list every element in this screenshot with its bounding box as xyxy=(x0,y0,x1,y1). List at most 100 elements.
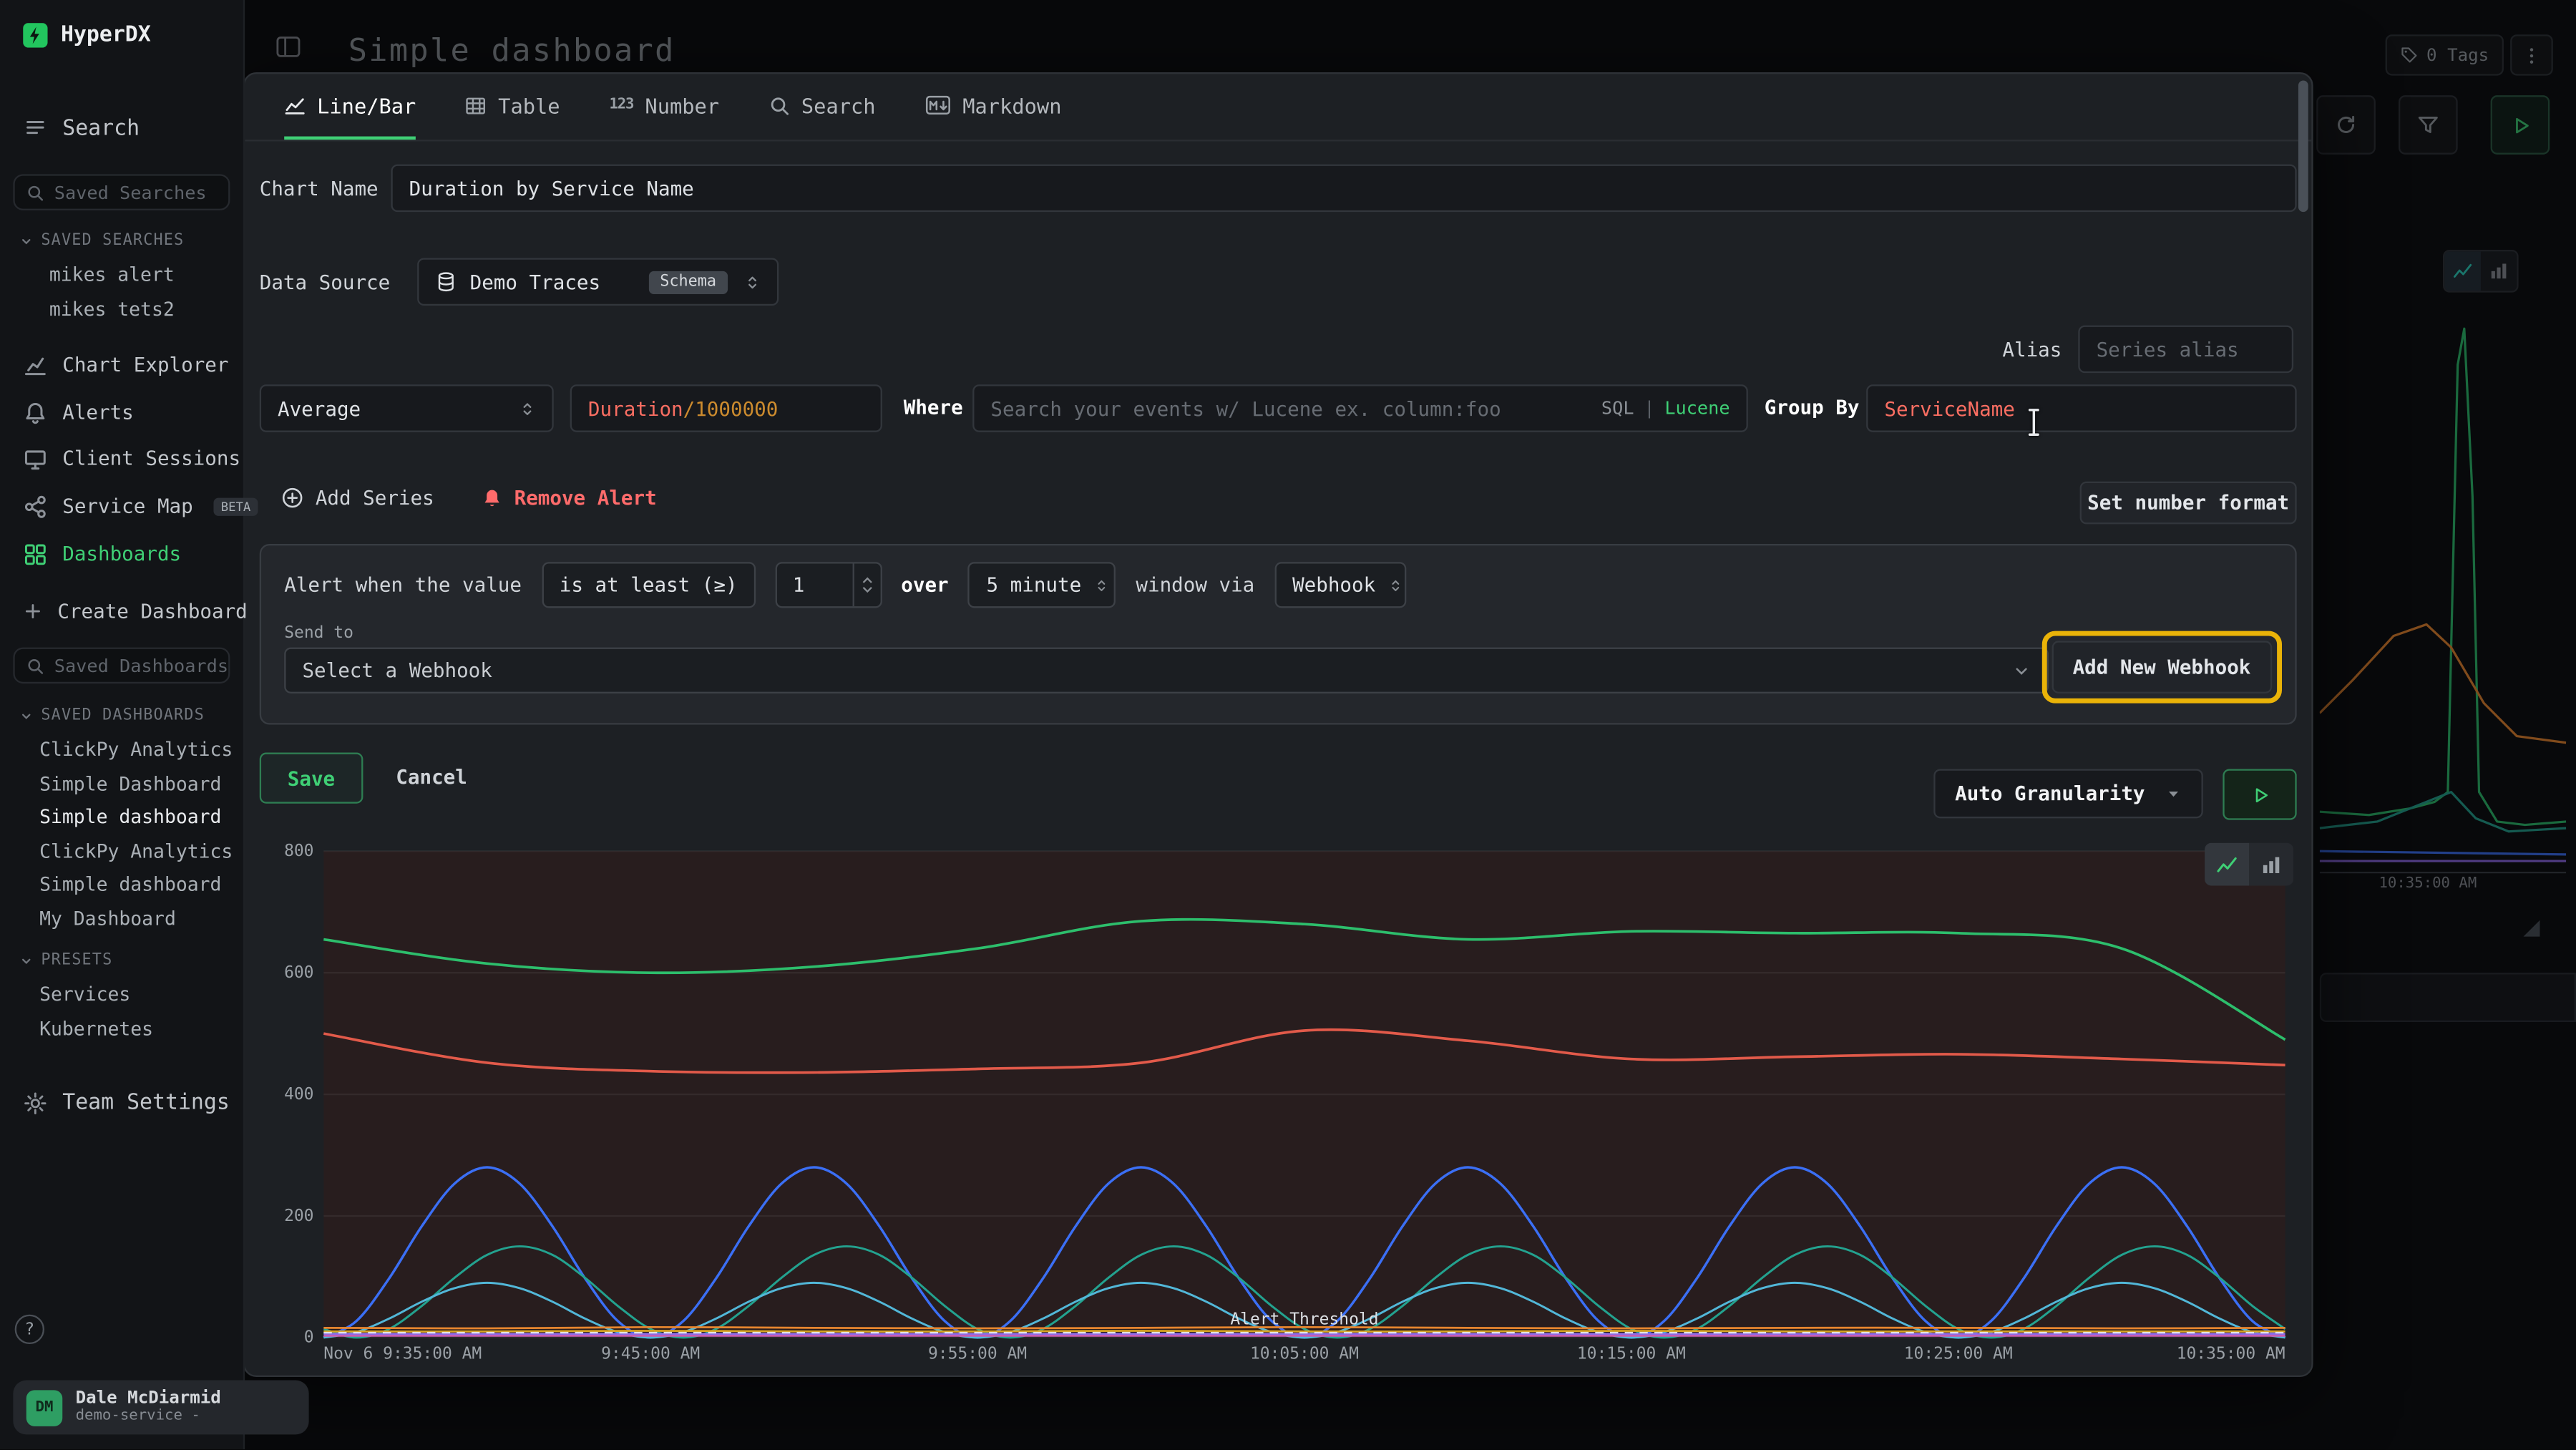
data-source-select[interactable]: Demo Traces Schema xyxy=(417,258,779,306)
sidebar-item-team-settings[interactable]: Team Settings xyxy=(23,1083,230,1122)
alert-window-select[interactable]: 5 minute xyxy=(968,562,1116,608)
chevron-down-icon xyxy=(20,709,33,722)
saved-search-item[interactable]: mikes alert xyxy=(0,258,243,291)
user-subtitle: demo-service - xyxy=(76,1408,221,1426)
help-button[interactable]: ? xyxy=(15,1315,44,1344)
chart-type-tabs: Line/Bar Table 123 Number Search Markdow… xyxy=(245,74,2311,141)
alias-input[interactable] xyxy=(2078,326,2293,374)
send-to-label: Send to xyxy=(284,624,353,642)
sidebar-item-chart-explorer[interactable]: Chart Explorer xyxy=(23,345,228,384)
save-button[interactable]: Save xyxy=(260,753,363,804)
field-expression-input[interactable]: Duration/1000000 xyxy=(570,384,882,432)
alert-condition-select[interactable]: is at least (≥) xyxy=(541,562,754,608)
preset-item[interactable]: Services xyxy=(0,978,243,1011)
presets-list: ServicesKubernetes xyxy=(0,978,243,1046)
search-icon xyxy=(26,656,44,674)
preset-item[interactable]: Kubernetes xyxy=(0,1011,243,1045)
chart-mode-toggle xyxy=(2205,843,2293,886)
sidebar: HyperDX Search Saved Searches SAVED SEAR… xyxy=(0,0,245,1449)
alert-condition-row: Alert when the value is at least (≥) 1 o… xyxy=(284,562,2272,608)
app-root: HyperDX Search Saved Searches SAVED SEAR… xyxy=(0,0,2576,1449)
saved-searches-header[interactable]: SAVED SEARCHES xyxy=(20,232,185,250)
tab-markdown[interactable]: Markdown xyxy=(924,74,1061,140)
sidebar-item-search[interactable]: Search xyxy=(23,109,140,148)
remove-alert-button[interactable]: Remove Alert xyxy=(482,487,657,510)
alert-prefix-label: Alert when the value xyxy=(284,573,522,596)
number-stepper[interactable] xyxy=(852,563,879,606)
brand[interactable]: HyperDX xyxy=(23,23,151,47)
series-buttons-row: Add Series Remove Alert Set number forma… xyxy=(245,482,2315,525)
saved-dashboard-item[interactable]: ClickPy Analytics xyxy=(0,733,243,767)
highlight-ring: Add New Webhook xyxy=(2041,631,2282,704)
saved-dashboard-item[interactable]: Simple dashboard xyxy=(0,868,243,902)
svg-text:0: 0 xyxy=(304,1328,314,1347)
add-new-webhook-button[interactable]: Add New Webhook xyxy=(2051,641,2273,693)
monitor-icon xyxy=(23,446,47,470)
svg-text:Nov 6 9:35:00 AM: Nov 6 9:35:00 AM xyxy=(323,1345,482,1363)
user-menu[interactable]: DM Dale McDiarmid demo-service - xyxy=(13,1381,308,1435)
line-chart-icon xyxy=(284,94,306,116)
tab-line-bar[interactable]: Line/Bar xyxy=(284,74,416,140)
saved-searches-list: mikes alertmikes tets2 xyxy=(0,258,243,326)
alias-label: Alias xyxy=(2002,338,2062,361)
bell-icon xyxy=(23,400,47,424)
sidebar-item-dashboards[interactable]: Dashboards xyxy=(23,534,181,573)
line-mode-button[interactable] xyxy=(2205,843,2249,886)
saved-search-item[interactable]: mikes tets2 xyxy=(0,292,243,326)
sidebar-item-service-map[interactable]: Service Map BETA xyxy=(23,487,257,526)
create-dashboard-button[interactable]: Create Dashboard xyxy=(23,592,248,631)
avatar: DM xyxy=(26,1389,63,1426)
markdown-icon xyxy=(924,95,951,115)
svg-text:600: 600 xyxy=(284,963,313,982)
saved-dashboards-list: ClickPy AnalyticsSimple DashboardSimple … xyxy=(0,733,243,936)
main-area: Simple dashboard 0 Tags 10:35:00 AM xyxy=(243,0,2576,1449)
schema-badge: Schema xyxy=(648,271,728,293)
mouse-cursor xyxy=(2024,407,2044,437)
sidebar-item-alerts[interactable]: Alerts xyxy=(23,393,134,432)
chevron-updown-icon xyxy=(1389,576,1404,594)
data-source-row: Data Source Demo Traces Schema xyxy=(260,258,2297,306)
alert-channel-select[interactable]: Webhook xyxy=(1274,562,1406,608)
aggregation-select[interactable]: Average xyxy=(260,384,554,432)
plus-icon xyxy=(23,601,43,621)
bar-mode-button[interactable] xyxy=(2249,843,2293,886)
chart-name-input[interactable] xyxy=(391,165,2296,213)
chart-name-row: Chart Name xyxy=(260,165,2297,213)
alert-threshold-input[interactable]: 1 xyxy=(775,562,882,608)
chevron-down-icon xyxy=(20,234,33,247)
saved-dashboard-item[interactable]: Simple dashboard xyxy=(0,801,243,835)
beta-badge: BETA xyxy=(215,497,258,515)
add-series-button[interactable]: Add Series xyxy=(281,487,434,510)
svg-text:10:05:00 AM: 10:05:00 AM xyxy=(1250,1345,1359,1363)
saved-dashboard-item[interactable]: My Dashboard xyxy=(0,902,243,935)
where-input[interactable]: Search your events w/ Lucene ex. column:… xyxy=(972,384,1748,432)
group-by-input[interactable]: ServiceName xyxy=(1866,384,2297,432)
tab-number[interactable]: 123 Number xyxy=(609,74,719,140)
saved-searches-input[interactable]: Saved Searches xyxy=(13,174,230,210)
search-icon xyxy=(26,183,44,201)
series-row: Average Duration/1000000 Where Search yo… xyxy=(245,384,2315,434)
query-language-toggle[interactable]: SQL | Lucene xyxy=(1601,398,1730,419)
circle-plus-icon xyxy=(281,487,304,510)
tab-table[interactable]: Table xyxy=(465,74,560,140)
chevron-down-icon xyxy=(2012,661,2030,679)
svg-text:9:55:00 AM: 9:55:00 AM xyxy=(928,1345,1027,1363)
saved-dashboard-item[interactable]: Simple Dashboard xyxy=(0,767,243,800)
modal-scrollbar[interactable] xyxy=(2298,80,2308,212)
saved-dashboard-item[interactable]: ClickPy Analytics xyxy=(0,835,243,868)
run-chart-button[interactable] xyxy=(2223,769,2296,819)
cancel-button[interactable]: Cancel xyxy=(396,753,467,801)
granularity-select[interactable]: Auto Granularity xyxy=(1933,769,2203,818)
saved-dashboards-input[interactable]: Saved Dashboards xyxy=(13,648,230,684)
svg-text:10:35:00 AM: 10:35:00 AM xyxy=(2177,1345,2285,1363)
sidebar-item-client-sessions[interactable]: Client Sessions xyxy=(23,439,240,478)
search-icon xyxy=(769,94,790,116)
set-number-format-button[interactable]: Set number format xyxy=(2080,482,2297,525)
webhook-select[interactable]: Select a Webhook xyxy=(284,648,2049,694)
tab-search[interactable]: Search xyxy=(769,74,876,140)
chevron-updown-icon xyxy=(744,272,761,292)
gear-icon xyxy=(23,1090,47,1114)
presets-header[interactable]: PRESETS xyxy=(20,951,113,969)
caret-down-icon xyxy=(2165,785,2182,802)
saved-dashboards-header[interactable]: SAVED DASHBOARDS xyxy=(20,706,205,724)
